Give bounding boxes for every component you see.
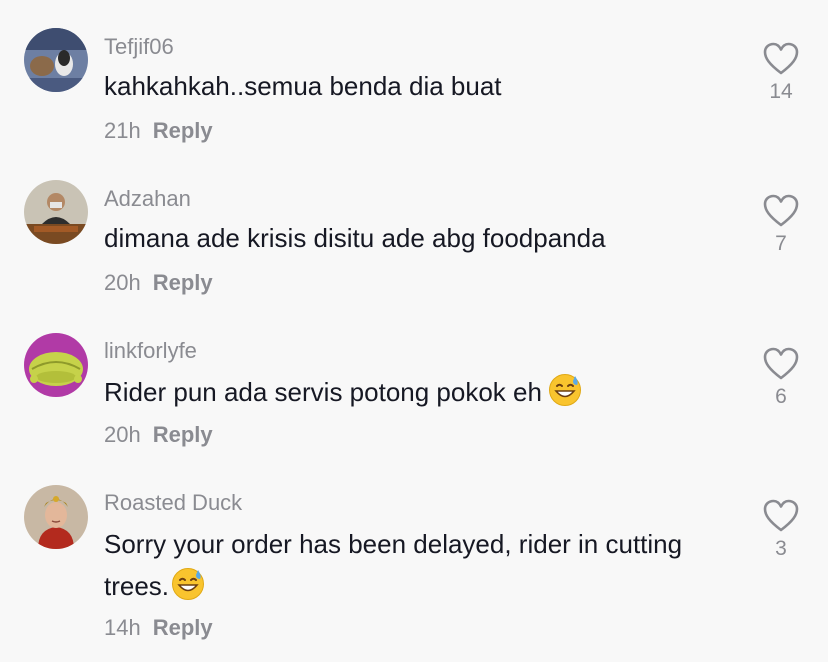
avatar-photo-linkforlyfe [24,333,88,397]
heart-outline-icon[interactable] [763,194,799,228]
like-button[interactable]: 14 [756,42,806,104]
like-count: 6 [775,385,787,408]
reply-button[interactable]: Reply [153,615,213,640]
avatar[interactable] [24,485,88,549]
like-button[interactable]: 6 [756,347,806,409]
heart-outline-icon[interactable] [763,42,799,76]
comment-text-content: Rider pun ada servis potong pokok eh [104,377,542,407]
comment-username[interactable]: linkforlyfe [104,338,197,364]
like-count: 3 [775,537,787,560]
comment-username[interactable]: Tefjif06 [104,34,174,60]
comment-meta: 20h Reply [104,422,213,448]
comment-meta: 14h Reply [104,615,213,641]
reply-button[interactable]: Reply [153,270,213,295]
comment-timestamp: 14h [104,615,141,640]
avatar[interactable] [24,28,88,92]
comment-meta: 21h Reply [104,118,213,144]
comment-text: Rider pun ada servis potong pokok eh [104,371,714,413]
comment-username[interactable]: Roasted Duck [104,490,242,516]
like-count: 14 [769,80,793,103]
like-button[interactable]: 7 [756,194,806,256]
comment-text-content: dimana ade krisis disitu ade abg foodpan… [104,223,606,253]
grinning-sweat-emoji [548,373,582,407]
heart-outline-icon[interactable] [763,347,799,381]
comment-list: Tefjif06 kahkahkah..semua benda dia buat… [0,0,828,662]
avatar-photo-tefjif06 [24,28,88,92]
avatar-photo-adzahan [24,180,88,244]
like-count: 7 [775,232,787,255]
comment-timestamp: 20h [104,422,141,447]
comment-text: kahkahkah..semua benda dia buat [104,65,714,107]
like-button[interactable]: 3 [756,499,806,561]
comment-username[interactable]: Adzahan [104,186,191,212]
comment-timestamp: 20h [104,270,141,295]
comment-timestamp: 21h [104,118,141,143]
reply-button[interactable]: Reply [153,118,213,143]
comment-text: Sorry your order has been delayed, rider… [104,523,714,607]
avatar-photo-roasted-duck [24,485,88,549]
comment-text: dimana ade krisis disitu ade abg foodpan… [104,217,714,259]
comment-text-content: kahkahkah..semua benda dia buat [104,71,502,101]
avatar[interactable] [24,333,88,397]
avatar[interactable] [24,180,88,244]
comment-meta: 20h Reply [104,270,213,296]
grinning-sweat-emoji [171,567,205,601]
reply-button[interactable]: Reply [153,422,213,447]
heart-outline-icon[interactable] [763,499,799,533]
